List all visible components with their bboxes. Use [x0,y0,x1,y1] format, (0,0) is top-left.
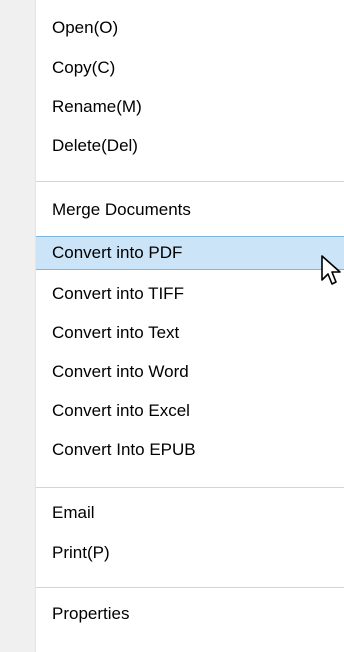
menu-item-open[interactable]: Open(O) [36,11,344,45]
menu-item-merge-documents[interactable]: Merge Documents [36,193,344,227]
menu-item-copy[interactable]: Copy(C) [36,51,344,85]
menu-item-convert-pdf[interactable]: Convert into PDF [36,236,344,270]
menu-item-properties[interactable]: Properties [36,597,344,631]
menu-item-convert-excel[interactable]: Convert into Excel [36,394,344,428]
menu-item-email[interactable]: Email [36,496,344,530]
menu-separator [36,587,344,588]
arrow-cursor-icon [321,255,341,285]
menu-separator [36,487,344,488]
menu-item-convert-tiff[interactable]: Convert into TIFF [36,277,344,311]
menu-item-convert-word[interactable]: Convert into Word [36,355,344,389]
menu-separator [36,181,344,182]
menu-item-rename[interactable]: Rename(M) [36,90,344,124]
menu-icon-gutter [0,0,36,652]
menu-item-convert-text[interactable]: Convert into Text [36,316,344,350]
menu-item-print[interactable]: Print(P) [36,536,344,570]
menu-item-convert-epub[interactable]: Convert Into EPUB [36,433,344,467]
context-menu: Open(O) Copy(C) Rename(M) Delete(Del) Me… [0,0,344,652]
menu-item-delete[interactable]: Delete(Del) [36,129,344,163]
